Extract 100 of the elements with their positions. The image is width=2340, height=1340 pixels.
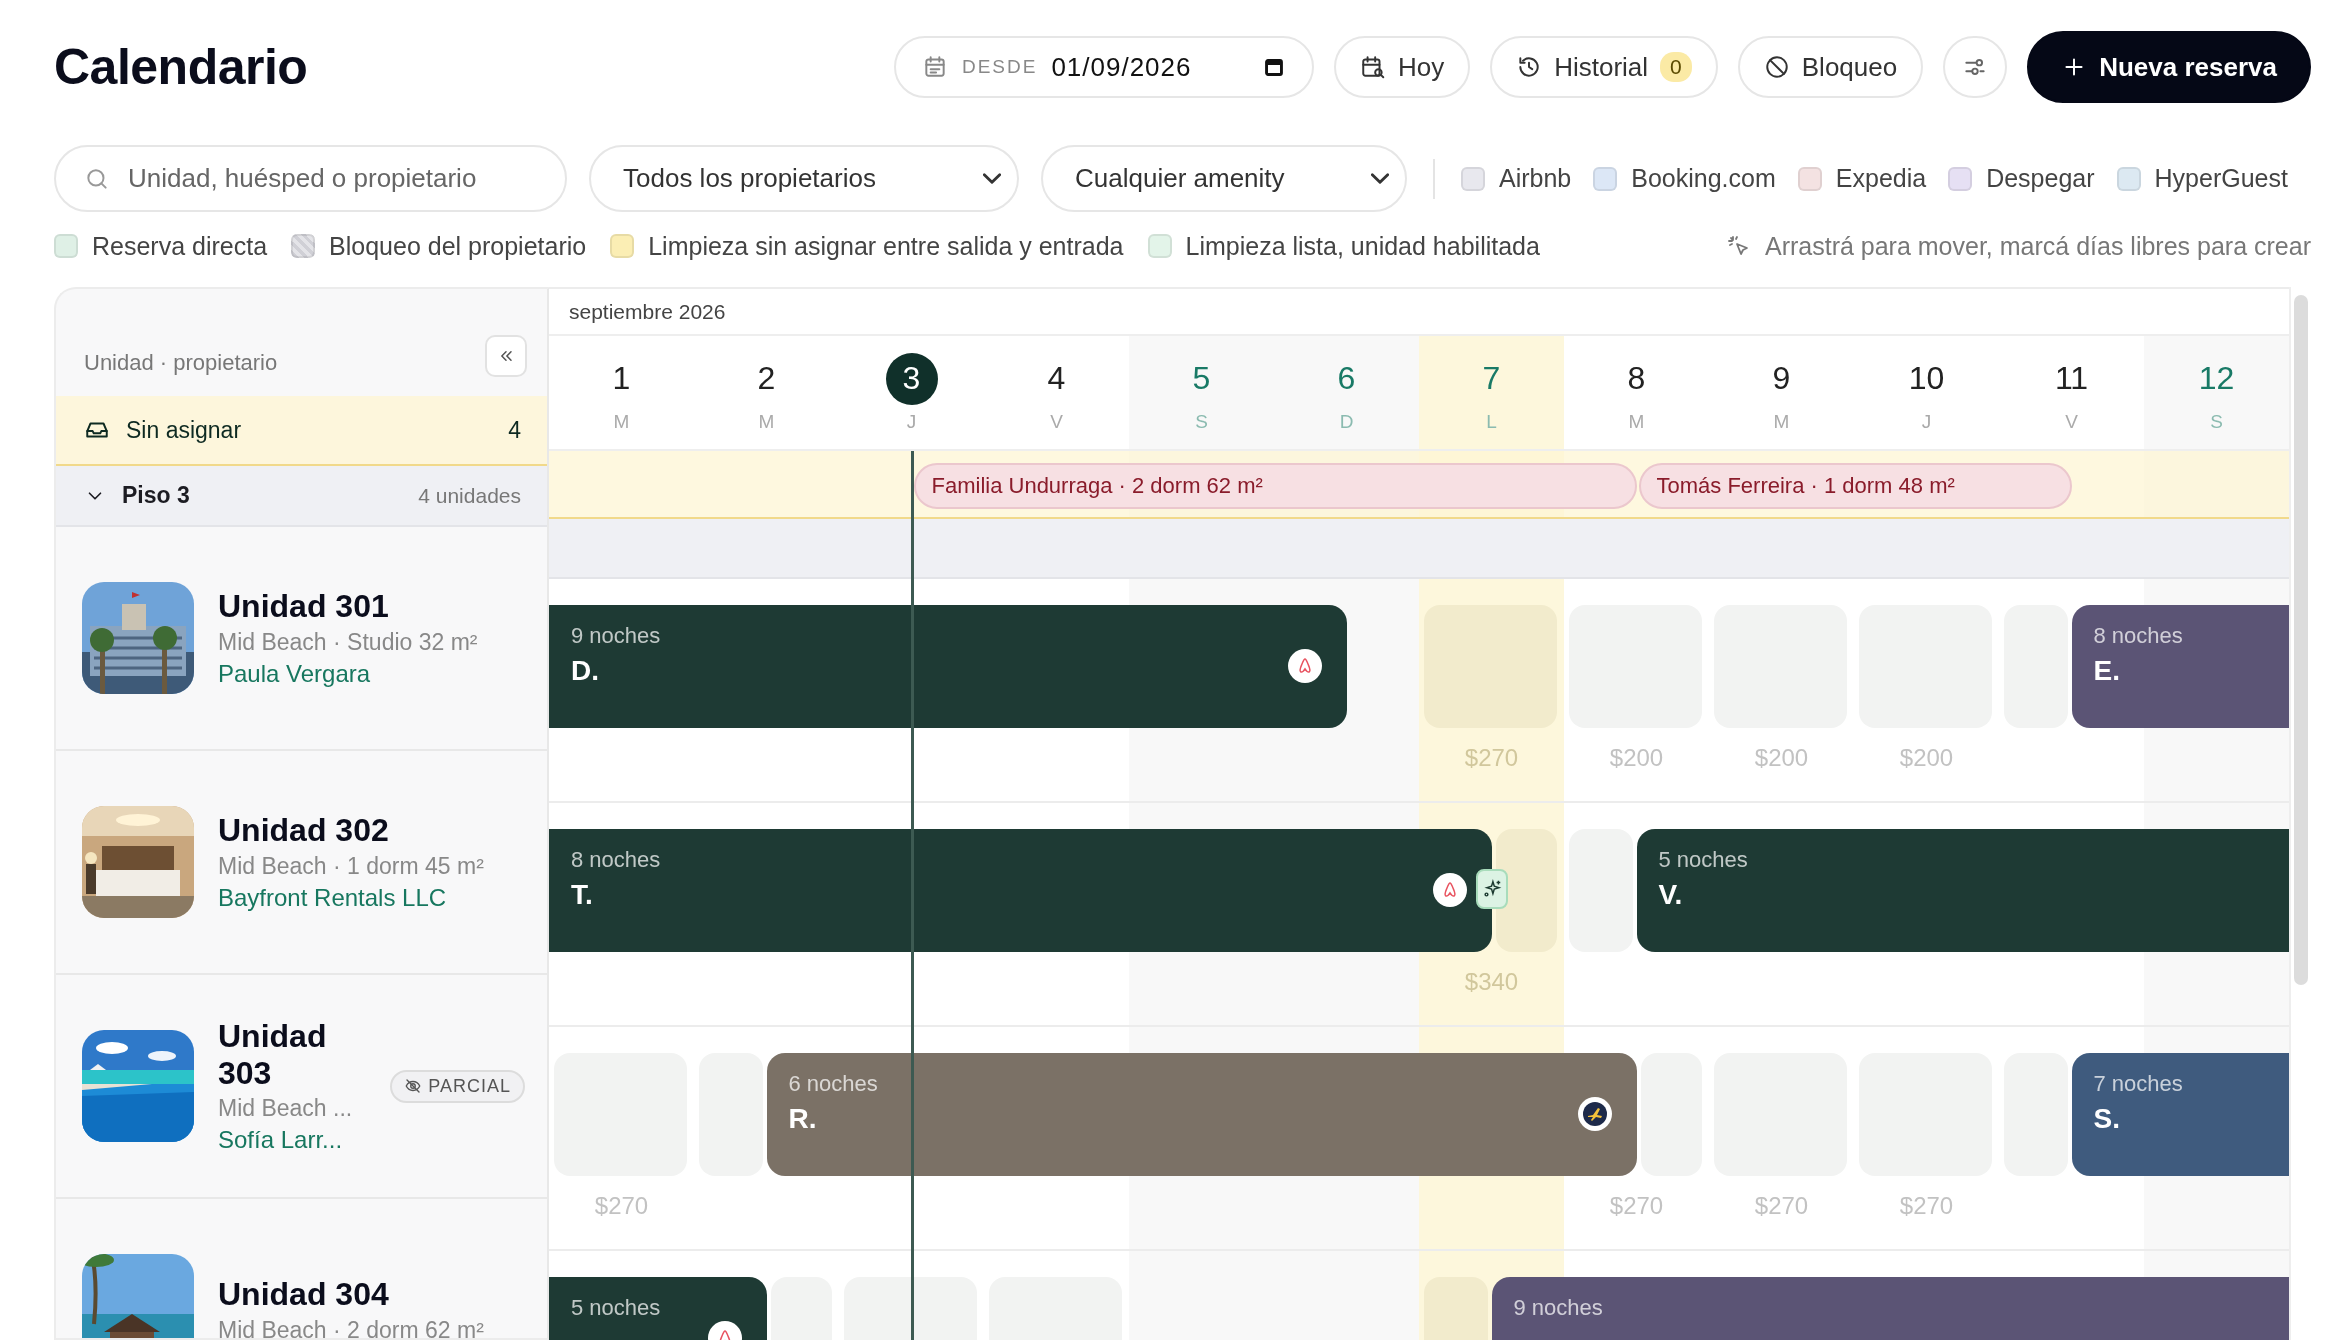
calendar-search-icon (1359, 54, 1386, 80)
reservation-bar[interactable]: 7 noches S. (2071, 1053, 2289, 1176)
day-header[interactable]: 10 J (1854, 336, 1999, 449)
day-header[interactable]: 9 M (1709, 336, 1854, 449)
chevron-down-icon (1371, 173, 1389, 184)
weekday-label: L (1486, 410, 1497, 433)
unit-row[interactable]: Unidad 304 Mid Beach · 2 dorm 62 m² (56, 1199, 547, 1338)
day-header[interactable]: 11 V (1999, 336, 2144, 449)
group-name: Piso 3 (122, 482, 190, 509)
guest-name: R. (788, 1103, 817, 1135)
day-number: 1 (611, 359, 632, 398)
date-field[interactable]: DESDE 01/09/2026 (893, 36, 1314, 98)
eye-off-icon (404, 1077, 423, 1095)
day-header[interactable]: 1 M (549, 336, 694, 449)
day-header[interactable]: 12 S (2144, 336, 2289, 449)
owner-link[interactable]: Paula Vergara (218, 659, 525, 688)
legend-label: Limpieza lista, unidad habilitada (1185, 231, 1540, 261)
guest-name: D. (571, 655, 599, 687)
day-header[interactable]: 5 S (1129, 336, 1274, 449)
unassigned-booking[interactable]: Tomás Ferreira · 1 dorm 48 m² (1638, 463, 2072, 509)
price-label: $270 (1753, 1192, 1810, 1220)
unit-name: Unidad 304 (218, 1276, 390, 1313)
unassigned-booking[interactable]: Familia Undurraga · 2 dorm 62 m² (913, 463, 1637, 509)
guest-name: V. (1658, 879, 1683, 911)
reservation-bar[interactable]: 6 noches R. (766, 1053, 1637, 1176)
channel-label: Airbnb (1499, 164, 1572, 193)
weekday-label: M (758, 410, 775, 433)
reservation-bar[interactable]: 5 noches V. (1636, 829, 2289, 952)
day-number: 7 (1481, 359, 1502, 398)
day-header[interactable]: 7 L (1419, 336, 1564, 449)
sparkle-icon[interactable] (1475, 869, 1508, 909)
legend-label: Limpieza sin asignar entre salida y entrada (648, 231, 1124, 261)
day-header[interactable]: 6 D (1274, 336, 1419, 449)
day-header[interactable]: 4 V (984, 336, 1129, 449)
count-badge: 0 (1660, 52, 1692, 82)
new-booking-button[interactable]: Nueva reserva (2027, 31, 2311, 103)
unit-details: Mid Beach · 2 dorm 62 m² (218, 1316, 485, 1338)
reservation-bar[interactable]: 8 noches E. (2071, 605, 2289, 728)
day-number: 10 (1907, 359, 1946, 398)
channel-label: Expedia (1835, 164, 1927, 193)
channel-checkbox[interactable] (1948, 166, 1973, 191)
unit-details: Mid Beach · 1 dorm 45 m² (218, 852, 485, 880)
history-button[interactable]: Historial 0 (1490, 36, 1718, 98)
unit-name: Unidad 302 (218, 812, 390, 849)
channel-checkbox[interactable] (1461, 166, 1485, 191)
day-header[interactable]: 2 M (694, 336, 839, 449)
day-number: 2 (756, 359, 777, 398)
nights-label: 9 noches (571, 623, 661, 649)
unit-name: Unidad 303 (218, 1017, 328, 1092)
channel-logo-icon (1287, 649, 1322, 683)
nights-label: 6 noches (788, 1071, 878, 1097)
unit-row[interactable]: Unidad 301 Mid Beach · Studio 32 m² Paula Vergara (56, 527, 547, 751)
weekday-label: S (1195, 410, 1208, 433)
price-label: $200 (1608, 744, 1665, 772)
weekday-label: M (1628, 410, 1645, 433)
search-field[interactable]: Unidad, huésped o propietario (54, 145, 567, 212)
channel-checkbox[interactable] (2116, 166, 2141, 191)
price-label: $270 (1463, 744, 1520, 772)
unassigned-row[interactable]: Sin asignar 4 (56, 396, 547, 466)
group-row[interactable]: Piso 3 4 unidades (56, 466, 547, 527)
day-number: 4 (1046, 359, 1067, 398)
unit-details: Mid Beach · Studio 32 m² (218, 628, 479, 656)
weekday-label: D (1339, 410, 1354, 433)
filter-dropdown[interactable]: Todos los propietarios (589, 145, 1019, 212)
unit-name: Unidad 301 (218, 588, 390, 625)
reservation-bar[interactable]: 9 noches (1491, 1277, 2289, 1340)
day-number: 3 (885, 352, 938, 405)
weekday-label: M (613, 410, 630, 433)
nights-label: 8 noches (2093, 623, 2183, 649)
collapse-button[interactable] (485, 335, 527, 377)
reservation-bar[interactable]: 5 noches (549, 1277, 767, 1340)
owner-link[interactable]: Sofía Larr... (218, 1126, 367, 1155)
search-icon (84, 166, 110, 192)
owner-link[interactable]: Bayfront Rentals LLC (218, 883, 525, 912)
block-button[interactable]: Bloqueo (1737, 36, 1924, 98)
day-header[interactable]: 8 M (1564, 336, 1709, 449)
channel-checkbox[interactable] (1593, 166, 1618, 191)
price-label: $340 (1463, 968, 1520, 996)
nights-label: 5 noches (1658, 847, 1748, 873)
day-header[interactable]: 3 J (839, 336, 984, 449)
nights-label: 8 noches (571, 847, 661, 873)
nights-label: 7 noches (2093, 1071, 2183, 1097)
today-button[interactable]: Hoy (1333, 36, 1471, 98)
scrollbar[interactable] (2289, 287, 2311, 1340)
pointer-sparkle-icon (1726, 234, 1751, 258)
guest-name: S. (2093, 1103, 2120, 1135)
legend-label: Reserva directa (92, 231, 268, 261)
unit-row[interactable]: Unidad 302 Mid Beach · 1 dorm 45 m² Bayfront Rentals LLC (56, 751, 547, 975)
price-label: $200 (1753, 744, 1810, 772)
channel-checkbox[interactable] (1797, 166, 1822, 191)
reservation-bar[interactable]: 9 noches D. (549, 605, 1347, 728)
unit-row[interactable]: Unidad 303 Mid Beach ... Sofía Larr... PARCIAL (56, 975, 547, 1199)
reservation-bar[interactable]: 8 noches T. (549, 829, 1492, 952)
filter-dropdown[interactable]: Cualquier amenity (1041, 145, 1407, 212)
weekday-label: V (1050, 410, 1063, 433)
weekday-label: M (1773, 410, 1790, 433)
weekday-label: V (2065, 410, 2078, 433)
status-badge: PARCIAL (390, 1069, 525, 1103)
date-value[interactable]: 01/09/2026 (1051, 51, 1192, 83)
price-label: $270 (1898, 1192, 1955, 1220)
